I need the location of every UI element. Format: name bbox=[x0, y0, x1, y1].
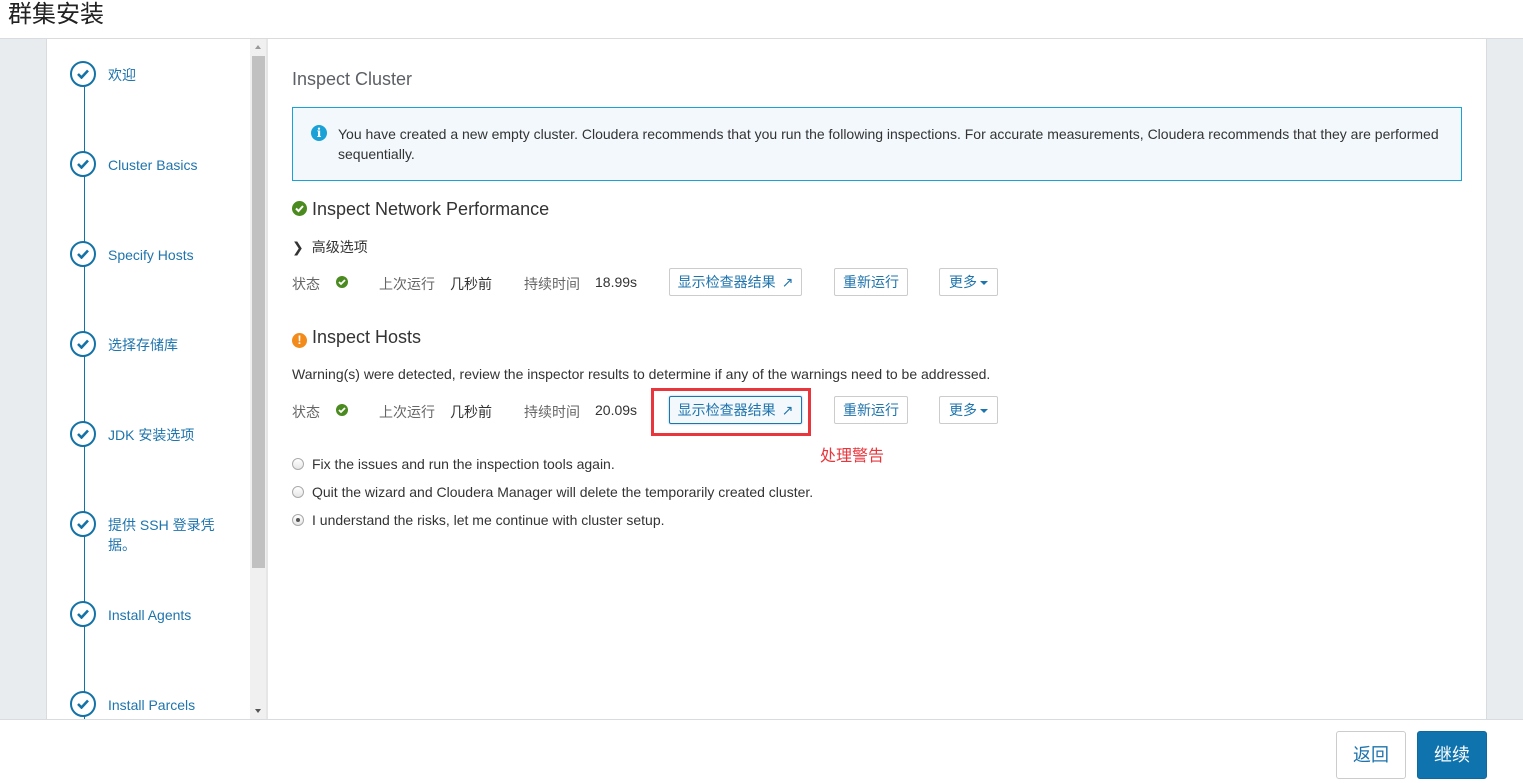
button-label: 更多 bbox=[949, 402, 977, 418]
hosts-title-text: Inspect Hosts bbox=[312, 327, 422, 347]
step-label[interactable]: 选择存储库 bbox=[108, 335, 228, 355]
page-title: 群集安装 bbox=[8, 1, 104, 28]
option-label: I understand the risks, let me continue … bbox=[312, 512, 665, 528]
more-dropdown-button[interactable]: 更多 bbox=[939, 268, 998, 296]
button-label: 更多 bbox=[949, 274, 977, 290]
continue-button[interactable]: 继续 bbox=[1417, 731, 1487, 779]
duration-label: 持续时间 bbox=[524, 276, 580, 292]
more-dropdown-button[interactable]: 更多 bbox=[939, 396, 998, 424]
annotation-highlight-box bbox=[651, 388, 811, 436]
annotation-label: 处理警告 bbox=[820, 448, 885, 465]
step-label[interactable]: JDK 安装选项 bbox=[108, 425, 228, 445]
last-run-value: 几秒前 bbox=[450, 404, 492, 420]
duration-value: 18.99s bbox=[595, 274, 638, 290]
hosts-section-title: ! Inspect Hosts bbox=[292, 327, 421, 348]
duration-label: 持续时间 bbox=[524, 404, 580, 420]
advanced-options-toggle[interactable]: ❯ 高级选项 bbox=[292, 237, 368, 257]
scroll-up-arrow-icon[interactable] bbox=[250, 39, 266, 56]
check-circle-icon bbox=[70, 241, 96, 267]
check-circle-icon bbox=[70, 331, 96, 357]
step-label[interactable]: Cluster Basics bbox=[108, 155, 228, 175]
check-circle-icon bbox=[336, 404, 348, 416]
left-gutter bbox=[0, 39, 47, 719]
main-content: Inspect Cluster i You have created a new… bbox=[268, 39, 1486, 719]
rerun-button[interactable]: 重新运行 bbox=[834, 268, 908, 296]
scrollbar-thumb[interactable] bbox=[252, 56, 265, 568]
chevron-right-icon: ❯ bbox=[292, 239, 304, 255]
warning-circle-icon: ! bbox=[292, 333, 307, 348]
scroll-down-arrow-icon[interactable] bbox=[250, 702, 266, 719]
check-circle-icon bbox=[70, 691, 96, 717]
option-continue-setup[interactable]: I understand the risks, let me continue … bbox=[292, 512, 665, 528]
footer-divider bbox=[0, 719, 1523, 720]
option-quit-wizard[interactable]: Quit the wizard and Cloudera Manager wil… bbox=[292, 484, 813, 500]
radio-button[interactable] bbox=[292, 486, 304, 498]
option-label: Quit the wizard and Cloudera Manager wil… bbox=[312, 484, 814, 500]
network-title-text: Inspect Network Performance bbox=[312, 199, 550, 219]
last-run-label: 上次运行 bbox=[379, 404, 435, 420]
check-circle-icon bbox=[70, 61, 96, 87]
hosts-warning-text: Warning(s) were detected, review the ins… bbox=[292, 366, 991, 382]
step-label[interactable]: 提供 SSH 登录凭据。 bbox=[108, 515, 220, 555]
info-icon: i bbox=[311, 125, 327, 141]
rerun-button[interactable]: 重新运行 bbox=[834, 396, 908, 424]
step-label[interactable]: Install Agents bbox=[108, 605, 228, 625]
section-heading: Inspect Cluster bbox=[292, 69, 413, 89]
check-circle-icon bbox=[70, 511, 96, 537]
advanced-options-label: 高级选项 bbox=[311, 239, 368, 255]
last-run-label: 上次运行 bbox=[379, 276, 435, 292]
wizard-steps-sidebar: 欢迎 Cluster Basics Specify Hosts 选择存储库 JD… bbox=[48, 39, 250, 719]
last-run-value: 几秒前 bbox=[450, 276, 492, 292]
option-label: Fix the issues and run the inspection to… bbox=[312, 456, 615, 472]
check-circle-icon bbox=[70, 151, 96, 177]
check-circle-icon bbox=[70, 421, 96, 447]
radio-button[interactable] bbox=[292, 458, 304, 470]
network-section-title: Inspect Network Performance bbox=[292, 199, 549, 220]
show-inspector-results-button[interactable]: 显示检查器结果 ↗ bbox=[669, 268, 802, 296]
status-label: 状态 bbox=[292, 404, 320, 420]
check-circle-icon bbox=[70, 601, 96, 627]
right-gutter bbox=[1486, 39, 1523, 719]
radio-button-selected[interactable] bbox=[292, 514, 304, 526]
step-label[interactable]: Specify Hosts bbox=[108, 245, 228, 265]
back-button[interactable]: 返回 bbox=[1336, 731, 1406, 779]
sidebar-scrollbar[interactable] bbox=[250, 39, 266, 719]
check-circle-icon bbox=[336, 276, 348, 288]
caret-down-icon bbox=[980, 409, 988, 413]
check-circle-icon bbox=[292, 201, 307, 216]
network-status-row: 状态 上次运行 几秒前 持续时间 18.99s 显示检查器结果 ↗ 重新运行 更多 bbox=[292, 268, 1032, 298]
info-message: You have created a new empty cluster. Cl… bbox=[338, 126, 1439, 162]
status-label: 状态 bbox=[292, 276, 320, 292]
info-alert: i You have created a new empty cluster. … bbox=[292, 107, 1462, 181]
option-fix-issues[interactable]: Fix the issues and run the inspection to… bbox=[292, 456, 615, 472]
button-label: 显示检查器结果 bbox=[677, 274, 776, 290]
step-label[interactable]: 欢迎 bbox=[108, 65, 228, 85]
step-label[interactable]: Install Parcels bbox=[108, 695, 228, 715]
caret-down-icon bbox=[980, 281, 988, 285]
external-link-icon: ↗ bbox=[781, 274, 794, 290]
duration-value: 20.09s bbox=[595, 402, 638, 418]
